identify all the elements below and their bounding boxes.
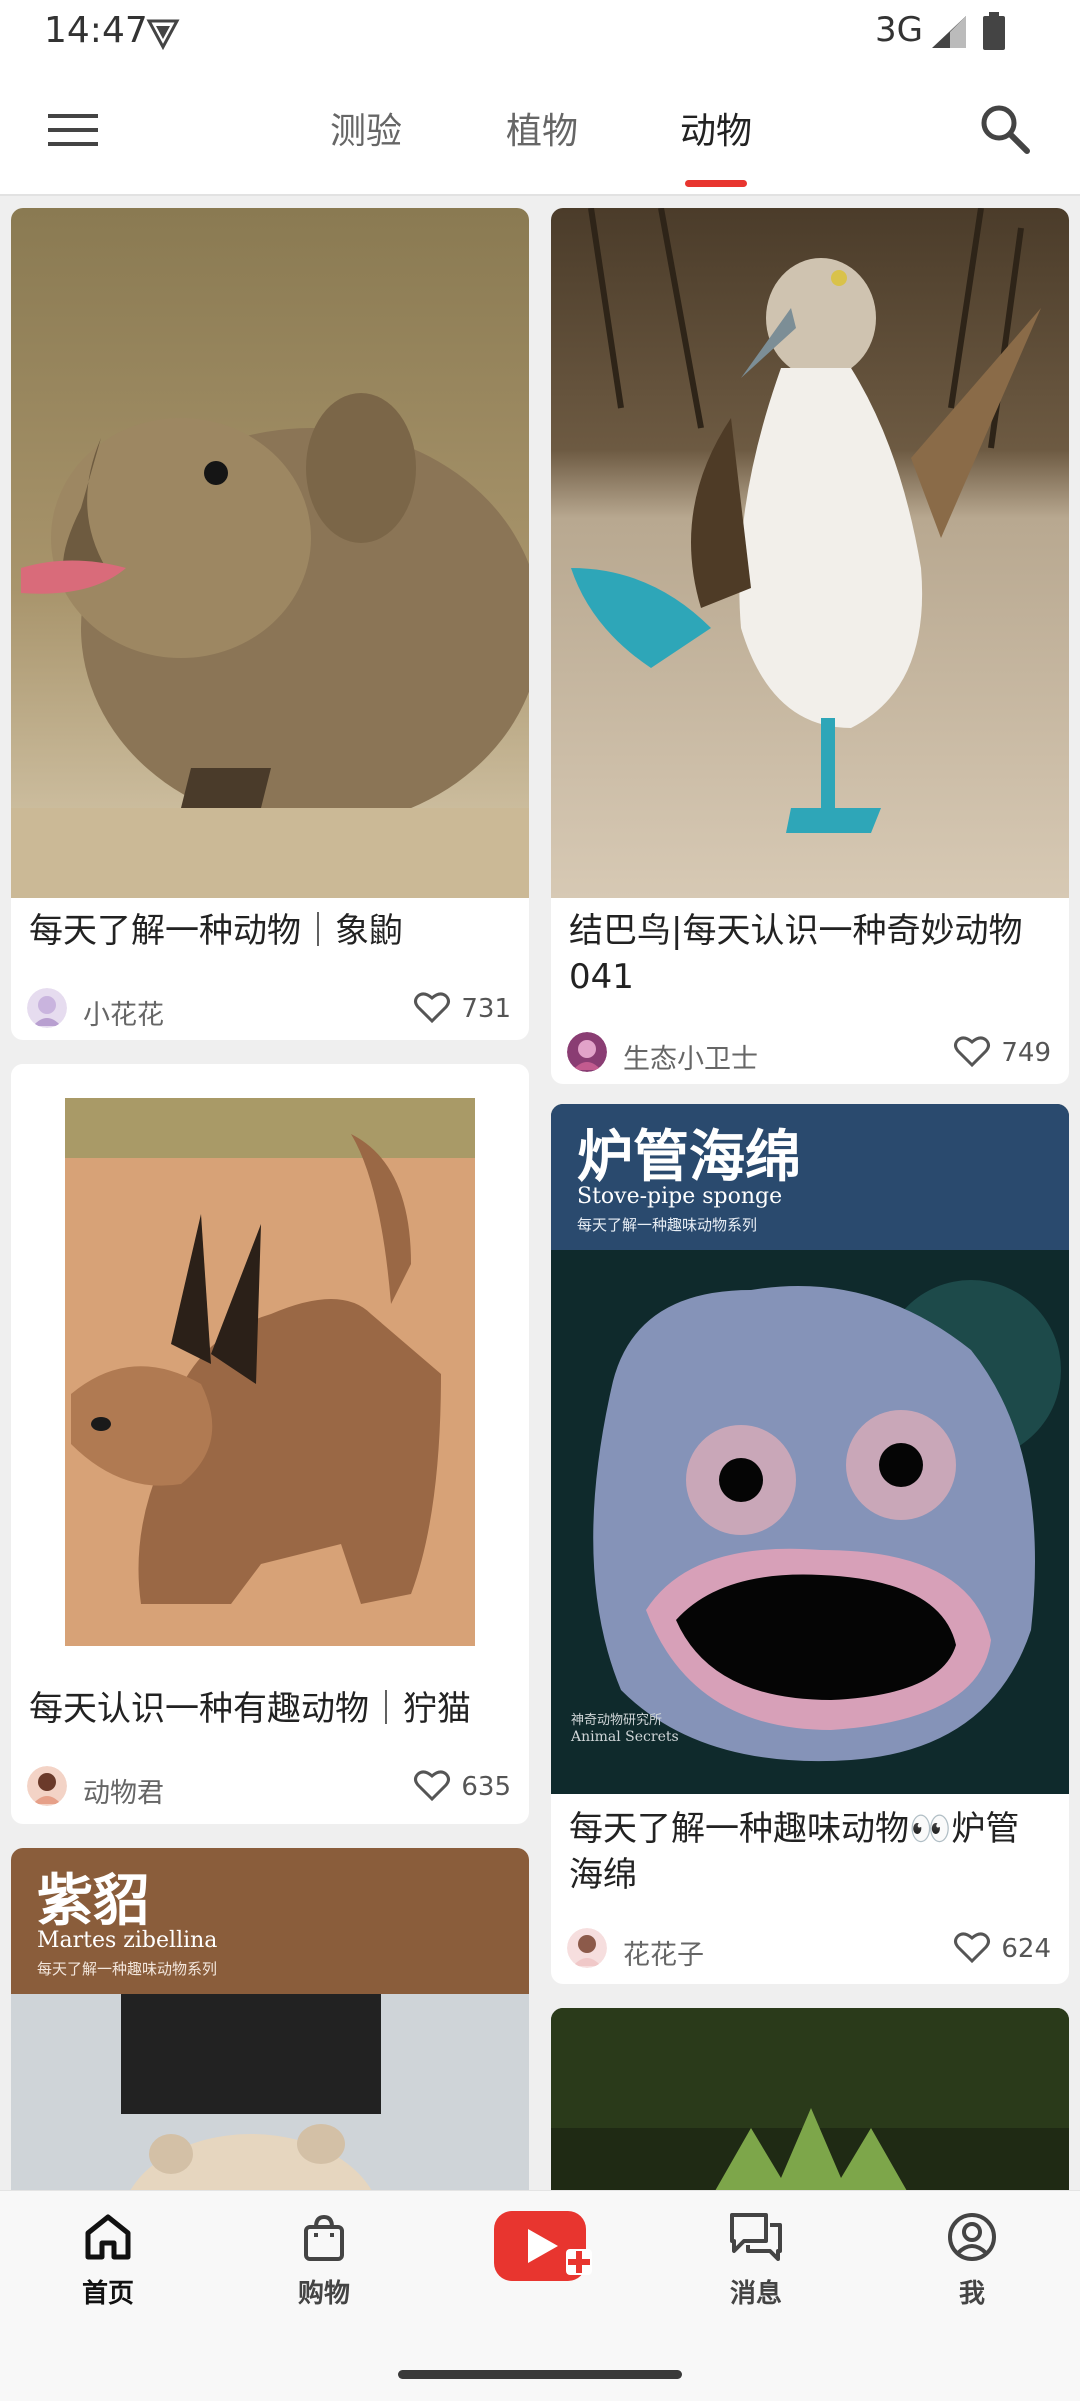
author-avatar[interactable]: [27, 988, 67, 1028]
nav-home-label: 首页: [81, 2279, 134, 2309]
post-card[interactable]: 每天了解一种动物｜象鼩 小花花 731: [11, 208, 529, 1040]
tab-quiz[interactable]: 测验: [286, 102, 446, 154]
author-avatar[interactable]: [567, 1032, 607, 1072]
post-image-booby: [551, 208, 1069, 898]
author-name[interactable]: 小花花: [83, 993, 164, 1032]
author-name[interactable]: 生态小卫士: [623, 1037, 758, 1076]
signal-icon: [932, 16, 966, 48]
post-image-sponge: 炉管海绵 Stove-pipe sponge 每天了解一种趣味动物系列 神奇动物…: [551, 1104, 1069, 1794]
post-title[interactable]: 结巴鸟|每天认识一种奇妙动物041: [569, 908, 1051, 1000]
post-title[interactable]: 每天认识一种有趣动物｜狞猫: [29, 1686, 511, 1732]
create-video-button[interactable]: [470, 2207, 610, 2291]
post-image-plant: [551, 2008, 1069, 2190]
author-name[interactable]: 动物君: [83, 1771, 164, 1810]
top-bar: 测验 植物 动物: [0, 62, 1080, 196]
like-heart-icon[interactable]: [953, 1034, 991, 1068]
battery-icon: [983, 12, 1005, 50]
nav-messages[interactable]: 消息: [686, 2211, 826, 2310]
like-heart-icon[interactable]: [413, 1768, 451, 1802]
post-card[interactable]: 紫貂 Martes zibellina 每天了解一种趣味动物系列: [11, 1848, 529, 2190]
tab-plants[interactable]: 植物: [462, 102, 622, 154]
image-en-title: Stove-pipe sponge: [577, 1184, 783, 1209]
post-card[interactable]: 炉管海绵 Stove-pipe sponge 每天了解一种趣味动物系列 神奇动物…: [551, 1104, 1069, 1984]
image-header-band: 炉管海绵 Stove-pipe sponge 每天了解一种趣味动物系列: [551, 1104, 1069, 1250]
post-card[interactable]: 结巴鸟|每天认识一种奇妙动物041 生态小卫士 749: [551, 208, 1069, 1084]
like-heart-icon[interactable]: [953, 1930, 991, 1964]
nav-profile[interactable]: 我: [902, 2211, 1042, 2310]
post-card[interactable]: 每天认识一种有趣动物｜狞猫 动物君 635: [11, 1064, 529, 1824]
image-credit-cn: 神奇动物研究所: [571, 1713, 663, 1728]
post-title[interactable]: 每天了解一种动物｜象鼩: [29, 908, 511, 954]
author-avatar[interactable]: [567, 1928, 607, 1968]
nav-messages-label: 消息: [729, 2279, 782, 2309]
network-type: 3G: [875, 10, 923, 50]
status-bar: 14:47 3G: [0, 0, 1080, 62]
tab-animals[interactable]: 动物: [636, 102, 796, 154]
post-card[interactable]: [551, 2008, 1069, 2190]
post-image-caracal: [11, 1064, 529, 1664]
image-series: 每天了解一种趣味动物系列: [577, 1216, 758, 1234]
like-count: 624: [1001, 1934, 1051, 1964]
active-tab-indicator: [685, 180, 747, 187]
like-heart-icon[interactable]: [413, 990, 451, 1024]
post-title[interactable]: 每天了解一种趣味动物👀炉管海绵: [569, 1806, 1051, 1898]
category-tabs: 测验 植物 动物: [0, 62, 1080, 194]
create-video-icon: [494, 2211, 592, 2281]
image-cn-title: 紫貂: [37, 1868, 149, 1934]
nav-shopping-label: 购物: [297, 2279, 350, 2309]
like-count: 749: [1001, 1038, 1051, 1068]
shopping-bag-icon: [304, 2214, 344, 2261]
search-icon[interactable]: [978, 102, 1030, 154]
messages-icon: [730, 2213, 782, 2261]
status-time: 14:47: [44, 10, 148, 51]
nav-profile-label: 我: [958, 2279, 985, 2309]
author-name[interactable]: 花花子: [623, 1933, 704, 1972]
author-avatar[interactable]: [27, 1766, 67, 1806]
like-count: 731: [461, 994, 511, 1024]
post-image-elephant-shrew: [11, 208, 529, 898]
vpn-shield-icon: [146, 19, 180, 50]
post-image-sable: 紫貂 Martes zibellina 每天了解一种趣味动物系列: [11, 1848, 529, 2190]
sable-illustration: [11, 1994, 529, 2190]
image-series: 每天了解一种趣味动物系列: [37, 1960, 218, 1978]
like-count: 635: [461, 1772, 511, 1802]
image-en-title: Martes zibellina: [37, 1928, 218, 1953]
image-credit-en: Animal Secrets: [571, 1729, 679, 1745]
profile-icon: [948, 2213, 996, 2261]
nav-home[interactable]: 首页: [38, 2211, 178, 2310]
image-cn-title: 炉管海绵: [577, 1124, 801, 1190]
nav-shopping[interactable]: 购物: [254, 2211, 394, 2310]
home-icon: [85, 2214, 131, 2260]
gesture-home-bar[interactable]: [398, 2370, 682, 2379]
content-feed[interactable]: 每天了解一种动物｜象鼩 小花花 731 结巴鸟|每天认识一种奇妙动物041 生态…: [0, 196, 1080, 2190]
image-header-band: 紫貂 Martes zibellina 每天了解一种趣味动物系列: [11, 1848, 529, 1994]
